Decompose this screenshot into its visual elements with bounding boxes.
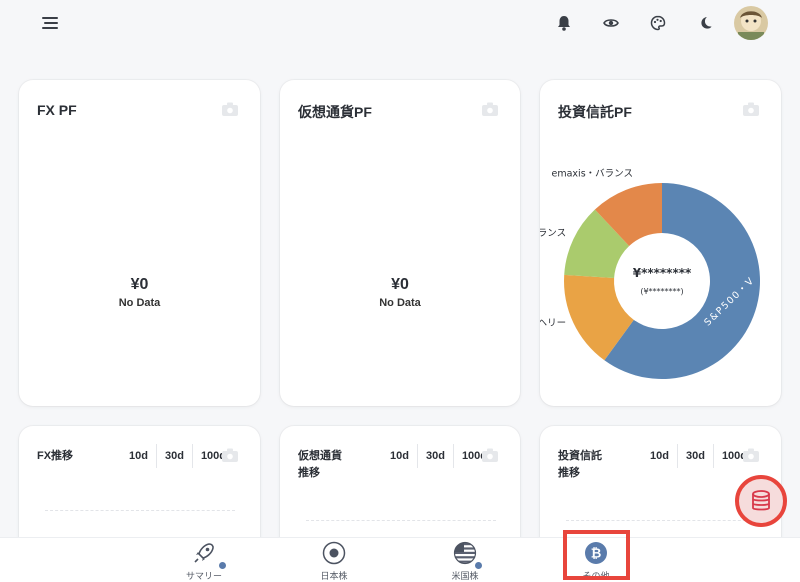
selection-highlight [563,530,630,580]
bell-icon[interactable] [554,12,574,34]
donut-center-sub: (¥********) [640,287,683,296]
nav-summary[interactable]: サマリー [154,538,254,582]
top-bar [0,0,800,50]
nav-label: 米国株 [451,571,479,581]
donut-center-value: ¥******** [633,266,692,280]
nav-us-stocks[interactable]: 米国株 [415,538,515,582]
camera-icon[interactable] [482,448,498,462]
nav-label: 日本株 [320,571,348,581]
camera-icon[interactable] [743,448,759,462]
range-selector: 10d 30d 100d [642,444,755,468]
crypto-pf-card: 仮想通貨PF ¥0 No Data [280,80,520,406]
eye-icon[interactable] [600,12,622,34]
card-title: 仮想通貨PF [298,104,372,120]
grid-line [45,510,235,511]
notification-dot [219,562,226,569]
hamburger-menu-icon[interactable] [40,14,60,32]
range-30d[interactable]: 30d [676,444,713,468]
nav-japan-stocks[interactable]: 日本株 [284,538,384,582]
japan-flag-icon [322,541,346,565]
no-data-label: No Data [379,297,421,309]
palette-icon[interactable] [647,12,669,34]
donut-slice-label: ヘリー [540,318,566,329]
total-value: ¥0 [391,276,409,293]
donut-slice-label: バランス [540,228,566,239]
fund-pf-card: 投資信託PF S&P500・Vヘリーバランスemaxis・バランス ¥*****… [540,80,781,406]
no-data-label: No Data [118,297,161,309]
nav-label: サマリー [185,571,222,581]
trend-title: 投資信託 推移 [558,450,602,479]
fx-pf-card: FX PF ¥0 No Data [19,80,260,406]
bottom-navigation: サマリー 日本株 米国株 ₿ その他 [0,537,800,582]
grid-line [566,520,756,521]
total-value: ¥0 [130,276,149,293]
portfolio-donut-chart: S&P500・Vヘリーバランスemaxis・バランス ¥******** (¥*… [540,168,760,379]
range-selector: 10d 30d 100d [382,444,495,468]
database-fab-button[interactable] [735,475,787,527]
trend-title: 仮想通貨 推移 [298,450,342,479]
user-avatar[interactable] [734,6,768,40]
camera-icon[interactable] [222,448,238,462]
database-icon [752,490,770,511]
camera-icon[interactable] [222,102,238,116]
range-10d[interactable]: 10d [382,444,417,468]
moon-icon[interactable] [694,12,716,34]
notification-dot [475,562,482,569]
camera-icon[interactable] [482,102,498,116]
trend-title: FX推移 [37,450,74,462]
range-10d[interactable]: 10d [642,444,677,468]
grid-line [306,520,496,521]
range-30d[interactable]: 30d [155,444,192,468]
range-selector: 10d 30d 100d [121,444,234,468]
card-title: FX PF [37,102,77,118]
donut-slice-label: emaxis・バランス [552,168,633,179]
range-30d[interactable]: 30d [416,444,453,468]
rocket-icon [192,541,216,565]
range-10d[interactable]: 10d [121,444,156,468]
us-flag-icon [453,541,477,565]
